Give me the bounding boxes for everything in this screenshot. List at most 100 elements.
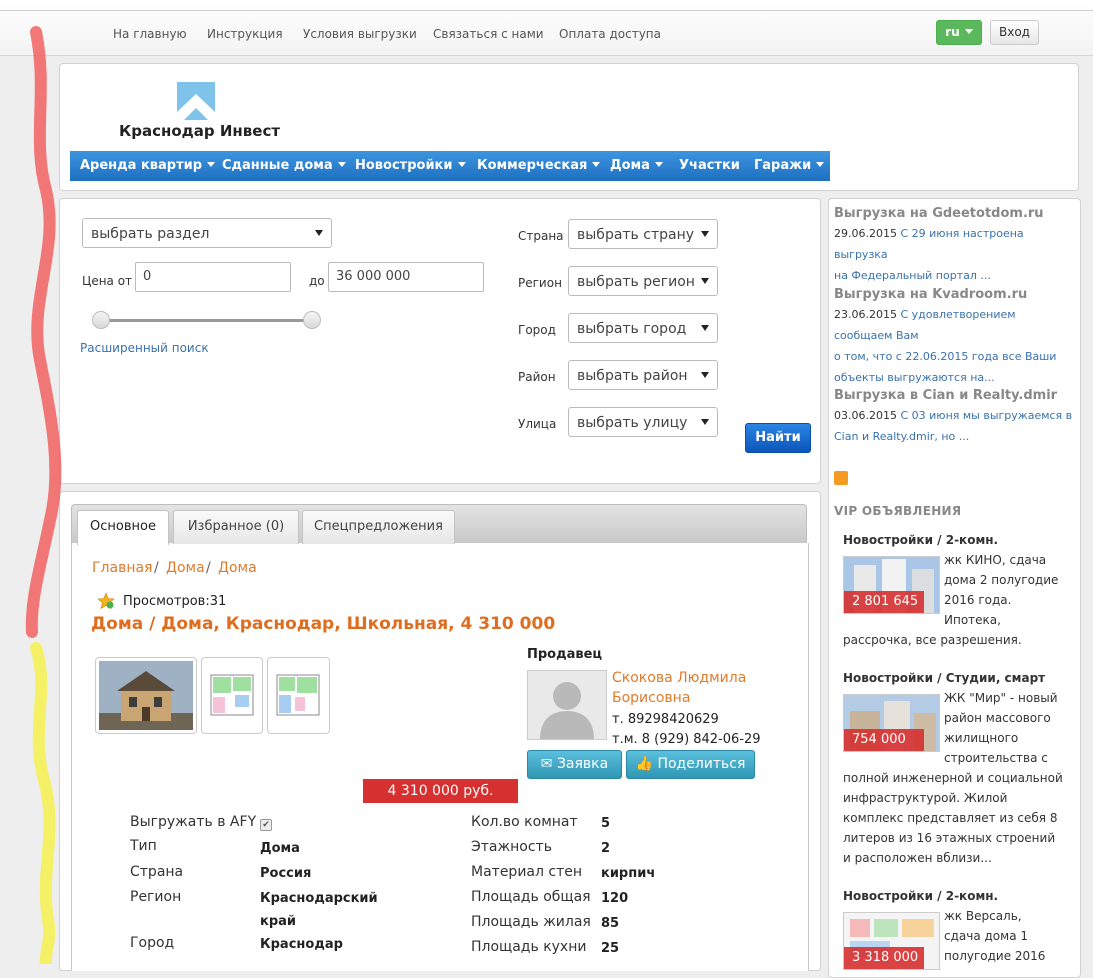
share-button[interactable]: 👍 Поделиться xyxy=(626,750,755,779)
price-to-input[interactable]: 36 000 000 xyxy=(328,262,484,292)
news-link[interactable]: Cian и Realty.dmir, но ... xyxy=(834,430,969,443)
news-link[interactable]: на Федеральный портал ... xyxy=(834,269,991,282)
city-select[interactable]: выбрать город xyxy=(568,313,718,343)
vip-price: 754 000 xyxy=(844,729,924,751)
street-select[interactable]: выбрать улицу xyxy=(568,407,718,437)
language-label: ru xyxy=(945,25,960,39)
news-title[interactable]: Выгрузка на Gdeetotdom.ru xyxy=(834,206,1044,221)
vip-photo[interactable]: 754 000 xyxy=(843,694,940,752)
nav-contact-link[interactable]: Связаться с нами xyxy=(433,27,544,41)
rooms-label: Кол.во комнат xyxy=(471,814,578,830)
find-button[interactable]: Найти xyxy=(745,423,811,453)
nav-instructions-link[interactable]: Инструкция xyxy=(207,27,283,41)
price-from-input[interactable]: 0 xyxy=(135,262,291,292)
type-label: Тип xyxy=(130,838,157,854)
city-value: Краснодар xyxy=(260,937,343,952)
vip-category[interactable]: Новостройки / Студии, смарт xyxy=(843,671,1045,685)
price-from-label: Цена от xyxy=(82,274,133,288)
price-slider-track[interactable] xyxy=(100,319,313,322)
news-date: 23.06.2015 xyxy=(834,308,897,321)
seller-name-first[interactable]: Скокова Людмила xyxy=(612,670,746,686)
menu-item-new-buildings[interactable]: Новостройки xyxy=(355,158,466,173)
tab-special-offers[interactable]: Спецпредложения xyxy=(302,510,455,544)
menu-label: Коммерческая xyxy=(477,158,588,173)
vip-heading: VIP ОБЪЯВЛЕНИЯ xyxy=(834,504,962,518)
region-value: Краснодарский xyxy=(260,891,378,906)
request-button[interactable]: ✉ Заявка xyxy=(527,750,622,779)
area-living-label: Площадь жилая xyxy=(471,914,591,930)
country-select-value: выбрать страну xyxy=(577,227,695,243)
country-select[interactable]: выбрать страну xyxy=(568,219,718,249)
menu-item-garages[interactable]: Гаражи xyxy=(754,158,825,173)
vip-photo[interactable]: 2 801 645 xyxy=(843,556,940,614)
avatar xyxy=(527,670,607,740)
news-link[interactable]: С 03 июня мы выгружаемся в xyxy=(900,409,1072,422)
advanced-search-link[interactable]: Расширенный поиск xyxy=(80,341,209,355)
price-slider-min-handle[interactable] xyxy=(92,311,110,329)
area-total-label: Площадь общая xyxy=(471,889,591,905)
menu-item-plots[interactable]: Участки xyxy=(679,158,740,173)
district-select[interactable]: выбрать район xyxy=(568,360,718,390)
logo-icon[interactable] xyxy=(177,82,215,120)
rss-icon[interactable] xyxy=(834,471,848,485)
vip-desc: дома 2 полугодие xyxy=(944,573,1059,587)
vip-desc: строительства с xyxy=(944,751,1048,765)
caret-down-icon xyxy=(701,372,709,378)
floorplan-thumbnail[interactable] xyxy=(201,657,263,734)
nav-export-terms-link[interactable]: Условия выгрузки xyxy=(303,27,417,41)
street-label: Улица xyxy=(518,417,557,431)
caret-down-icon xyxy=(701,325,709,331)
menu-item-apartment-rent[interactable]: Аренда квартир xyxy=(80,158,216,173)
vip-category[interactable]: Новостройки / 2-комн. xyxy=(843,889,998,903)
news-link[interactable]: объекты выгружаются на... xyxy=(834,371,995,384)
rooms-value: 5 xyxy=(601,816,611,831)
news-date: 29.06.2015 xyxy=(834,227,897,240)
section-select-value: выбрать раздел xyxy=(91,226,210,242)
floors-label: Этажность xyxy=(471,839,552,855)
language-dropdown[interactable]: ru xyxy=(936,20,982,45)
vip-category[interactable]: Новостройки / 2-комн. xyxy=(843,533,998,547)
floorplan-image xyxy=(276,674,320,716)
tab-favorites[interactable]: Избранное (0) xyxy=(173,510,299,544)
afy-checkbox[interactable]: ✔ xyxy=(260,819,272,831)
vip-desc: и расположен вблизи... xyxy=(843,851,992,865)
menu-item-completed-houses[interactable]: Сданные дома xyxy=(222,158,346,173)
floorplan-thumbnail[interactable] xyxy=(267,657,330,734)
vip-photo[interactable]: 3 318 000 xyxy=(843,912,940,970)
breadcrumb-separator: / xyxy=(206,560,211,576)
news-item: 23.06.2015 С удовлетворением сообщаем Ва… xyxy=(834,304,1074,388)
login-button[interactable]: Вход xyxy=(990,20,1039,45)
thumbs-up-icon: 👍 xyxy=(635,756,658,772)
breadcrumb-houses[interactable]: Дома xyxy=(166,560,205,576)
floors-value: 2 xyxy=(601,841,611,856)
vip-desc: ЖК "Мир" - новый xyxy=(944,691,1058,705)
menu-item-commercial[interactable]: Коммерческая xyxy=(477,158,601,173)
tab-main[interactable]: Основное xyxy=(77,510,169,545)
news-title[interactable]: Выгрузка на Kvadroom.ru xyxy=(834,287,1027,302)
news-date: 03.06.2015 xyxy=(834,409,897,422)
vip-desc: литеров из 16 этажных строений xyxy=(843,831,1056,845)
region-select[interactable]: выбрать регион xyxy=(568,266,718,296)
vip-price: 3 318 000 xyxy=(844,947,924,969)
price-slider-max-handle[interactable] xyxy=(303,311,321,329)
region-value-cont: край xyxy=(260,914,297,929)
logo-text[interactable]: Краснодар Инвест xyxy=(119,122,280,140)
news-title[interactable]: Выгрузка в Cian и Realty.dmir xyxy=(834,388,1057,403)
street-select-value: выбрать улицу xyxy=(577,415,688,431)
area-living-value: 85 xyxy=(601,916,620,931)
news-item: 29.06.2015 С 29 июня настроена выгрузка н… xyxy=(834,223,1074,286)
news-link[interactable]: о том, что с 22.06.2015 года все Ваши xyxy=(834,350,1056,363)
vip-desc: рассрочка, все разрешения. xyxy=(843,633,1022,647)
nav-payment-link[interactable]: Оплата доступа xyxy=(559,27,661,41)
breadcrumb-houses-sub[interactable]: Дома xyxy=(218,560,257,576)
section-select[interactable]: выбрать раздел xyxy=(82,218,332,248)
photo-thumbnail[interactable] xyxy=(95,657,197,734)
nav-home-link[interactable]: На главную xyxy=(113,27,187,41)
seller-name-second[interactable]: Борисовна xyxy=(612,690,690,706)
menu-label: Дома xyxy=(610,158,650,173)
breadcrumb-home[interactable]: Главная xyxy=(92,560,152,576)
menu-item-houses[interactable]: Дома xyxy=(610,158,663,173)
chevron-down-icon xyxy=(816,162,825,167)
afy-label: Выгружать в AFY xyxy=(130,814,257,830)
area-kitchen-label: Площадь кухни xyxy=(471,939,587,955)
